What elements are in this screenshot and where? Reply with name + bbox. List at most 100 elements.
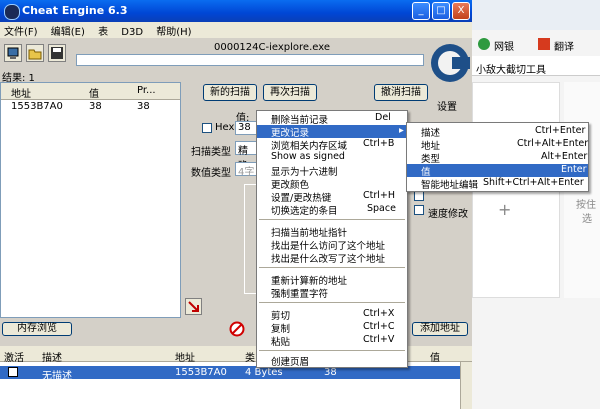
menu-separator (259, 302, 405, 303)
bank-icon (478, 38, 490, 50)
submenu-item-smart-edit[interactable]: 智能地址编辑 Shift+Ctrl+Alt+Enter (407, 177, 588, 191)
settings-label[interactable]: 设置 (437, 98, 457, 113)
col-description[interactable]: 描述 (42, 349, 62, 364)
menu-edit[interactable]: 编辑(E) (47, 22, 91, 38)
row-description: 无描述 (42, 371, 72, 382)
menu-item-browse-memory[interactable]: 浏览相关内存区域 Ctrl+B (257, 138, 407, 152)
menu-item-find-access[interactable]: 找出是什么访问了这个地址 (257, 238, 407, 252)
logo-icon (431, 44, 470, 82)
no-entry-icon (229, 321, 245, 337)
hex-checkbox[interactable] (202, 123, 212, 133)
submenu-arrow-icon: ▸ (399, 125, 404, 136)
menu-bar: 文件(F) 编辑(E) 表 D3D 帮助(H) (0, 22, 472, 38)
next-scan-button[interactable]: 再次扫描 (263, 84, 317, 101)
row-type: 4 Bytes (245, 367, 283, 378)
cheat-engine-logo[interactable] (430, 40, 470, 98)
item-previous: 38 (137, 101, 150, 112)
new-scan-button[interactable]: 新的扫描 (203, 84, 257, 101)
menu-item-copy[interactable]: 复制 Ctrl+C (257, 321, 407, 335)
menu-item-cut[interactable]: 剪切 Ctrl+X (257, 308, 407, 322)
col-type[interactable]: 类 (245, 349, 255, 364)
translate-tab[interactable]: 翻译 (554, 38, 574, 53)
row-address: 1553B7A0 (175, 367, 227, 378)
save-button[interactable] (48, 44, 66, 62)
menu-item-pointer-scan[interactable]: 扫描当前地址指针 (257, 225, 407, 239)
menu-item-force-reset[interactable]: 强制重置字符 (257, 286, 407, 300)
scan-type-select[interactable]: 精确 (235, 141, 257, 172)
submenu-item-value[interactable]: 值 Enter (407, 164, 588, 178)
speedhack-checkbox[interactable] (414, 205, 424, 215)
menu-item-delete[interactable]: 删除当前记录 Del (257, 112, 407, 126)
menu-separator (259, 219, 405, 220)
computer-icon (7, 47, 19, 59)
undo-scan-button[interactable]: 撤消扫描 (374, 84, 428, 101)
list-header: 地址 值 Pr... (1, 83, 180, 100)
col-address[interactable]: 地址 (175, 349, 195, 364)
folder-icon (28, 49, 42, 60)
menu-item-hotkey[interactable]: 设置/更改热键 Ctrl+H (257, 190, 407, 204)
menu-item-recalculate[interactable]: 重新计算新的地址 (257, 273, 407, 287)
item-address: 1553B7A0 (11, 101, 63, 112)
open-button[interactable] (26, 44, 44, 62)
cheat-engine-icon (4, 4, 20, 20)
plus-icon[interactable]: + (498, 200, 511, 219)
menu-separator (259, 267, 405, 268)
found-address-list[interactable]: 地址 值 Pr... 1553B7A0 38 38 (0, 82, 181, 318)
add-address-button[interactable]: 添加地址 (412, 322, 468, 336)
minimize-button[interactable]: _ (412, 2, 430, 20)
submenu-item-type[interactable]: 类型 Alt+Enter (407, 151, 588, 165)
col-previous[interactable]: Pr... (137, 85, 156, 96)
submenu-item-address[interactable]: 地址 Ctrl+Alt+Enter (407, 138, 588, 152)
row-value: 38 (324, 367, 337, 378)
select-process-button[interactable] (4, 44, 22, 62)
side-hint-1: 按住 (576, 200, 596, 211)
active-checkbox[interactable] (8, 367, 18, 377)
maximize-button[interactable]: □ (432, 2, 450, 20)
list-item[interactable]: 1553B7A0 38 38 (1, 100, 180, 113)
table-scrollbar[interactable] (460, 362, 472, 409)
bank-tab[interactable]: 网银 (494, 38, 514, 53)
browser-topbar (472, 0, 600, 30)
stop-button[interactable] (229, 321, 245, 337)
process-name: 0000124C-iexplore.exe (213, 42, 330, 53)
menu-item-create-header[interactable]: 创建页眉 (257, 354, 407, 368)
close-button[interactable]: X (452, 2, 470, 20)
change-record-submenu: 描述 Ctrl+Enter 地址 Ctrl+Alt+Enter 类型 Alt+Ente… (406, 122, 589, 192)
side-hint-2: 选 (582, 214, 592, 225)
col-address[interactable]: 地址 (11, 85, 31, 100)
pause-checkbox[interactable] (414, 191, 424, 201)
memory-view-button[interactable]: 内存浏览 (2, 322, 72, 336)
submenu-item-description[interactable]: 描述 Ctrl+Enter (407, 125, 588, 139)
menu-file[interactable]: 文件(F) (0, 22, 44, 38)
menu-d3d[interactable]: D3D (117, 26, 149, 38)
col-value[interactable]: 值 (89, 85, 99, 100)
window-title: Cheat Engine 6.3 (22, 4, 128, 17)
value-type-label: 数值类型 (191, 168, 231, 179)
title-bar: Cheat Engine 6.3 _ □ X (0, 0, 472, 22)
active-tab[interactable]: 小敌大截切工具 (472, 56, 600, 76)
menu-table[interactable]: 表 (94, 22, 114, 38)
arrow-down-right-icon (188, 301, 199, 312)
speedhack-label: 速度修改 (428, 209, 468, 220)
add-to-list-button[interactable] (185, 298, 202, 315)
value-input[interactable]: 38 (235, 121, 257, 135)
context-menu: 删除当前记录 Del 更改记录 ▸ 浏览相关内存区域 Ctrl+B Show as s… (256, 110, 408, 368)
hex-label: Hex (215, 122, 235, 133)
tab-title: 小敌大截切工具 (476, 65, 546, 76)
menu-item-change-record[interactable]: 更改记录 ▸ (257, 125, 407, 139)
menu-item-find-write[interactable]: 找出是什么改写了这个地址 (257, 251, 407, 265)
menu-separator (259, 350, 405, 351)
col-active[interactable]: 激活 (4, 349, 24, 364)
menu-item-toggle[interactable]: 切换选定的条目 Space (257, 203, 407, 217)
col-value[interactable]: 值 (430, 349, 440, 364)
save-icon (51, 47, 63, 59)
menu-item-show-signed[interactable]: Show as signed (257, 151, 407, 164)
menu-item-show-hex[interactable]: 显示为十六进制 (257, 164, 407, 178)
menu-item-change-color[interactable]: 更改颜色 (257, 177, 407, 191)
translate-icon (538, 38, 550, 50)
value-type-select[interactable]: 4字 (235, 162, 257, 178)
menu-item-paste[interactable]: 粘贴 Ctrl+V (257, 334, 407, 348)
browser-window: 网银 翻译 小敌大截切工具 + 按住 选 (472, 0, 600, 409)
item-value: 38 (89, 101, 102, 112)
menu-help[interactable]: 帮助(H) (152, 22, 197, 38)
